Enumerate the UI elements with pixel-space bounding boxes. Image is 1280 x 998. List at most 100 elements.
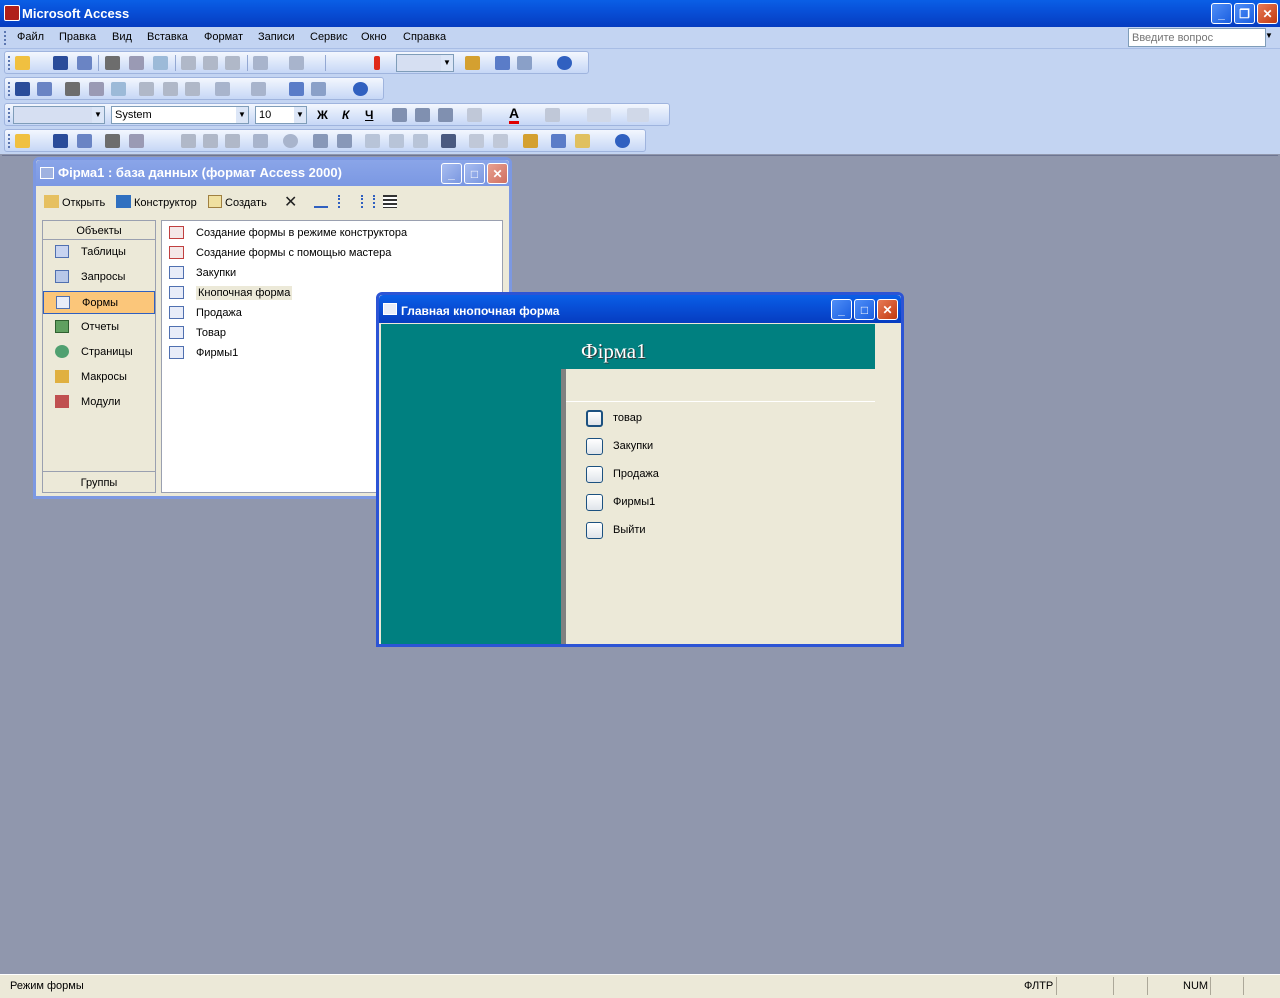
italic-button[interactable]: К bbox=[342, 108, 349, 122]
redo-icon[interactable] bbox=[289, 56, 304, 70]
undo-icon[interactable] bbox=[215, 82, 230, 96]
menu-window[interactable]: Окно bbox=[361, 31, 387, 43]
delete-icon[interactable]: ✕ bbox=[284, 192, 297, 212]
app-close-button[interactable]: ✕ bbox=[1257, 3, 1278, 24]
apply-filter-icon[interactable] bbox=[413, 134, 428, 148]
special-effect-icon[interactable] bbox=[627, 108, 649, 122]
switchboard-item-button[interactable] bbox=[586, 494, 603, 511]
filter-by-form-icon[interactable] bbox=[389, 134, 404, 148]
cut-icon[interactable] bbox=[181, 134, 196, 148]
help-icon[interactable] bbox=[615, 134, 630, 148]
paste-icon[interactable] bbox=[225, 56, 240, 70]
form-minimize-button[interactable]: _ bbox=[831, 299, 852, 320]
menu-tools[interactable]: Сервис bbox=[310, 31, 348, 43]
print-preview-icon[interactable] bbox=[129, 134, 144, 148]
list-item[interactable]: Продажа bbox=[168, 304, 242, 322]
db-maximize-button[interactable]: □ bbox=[464, 163, 485, 184]
file-search-icon[interactable] bbox=[77, 134, 92, 148]
menu-records[interactable]: Записи bbox=[258, 31, 295, 43]
fill-color-icon[interactable] bbox=[467, 108, 482, 122]
paste-icon[interactable] bbox=[185, 82, 200, 96]
database-window-icon[interactable] bbox=[289, 82, 304, 96]
large-icons-icon[interactable] bbox=[314, 195, 328, 208]
file-search-icon[interactable] bbox=[77, 56, 92, 70]
hyperlink-icon[interactable] bbox=[283, 134, 298, 148]
object-queries[interactable]: Запросы bbox=[43, 266, 155, 289]
copy-icon[interactable] bbox=[203, 134, 218, 148]
print-preview-icon[interactable] bbox=[129, 56, 144, 70]
align-left-icon[interactable] bbox=[392, 108, 407, 122]
menu-help[interactable]: Справка bbox=[403, 31, 446, 43]
object-combo[interactable]: ▼ bbox=[13, 106, 105, 124]
align-center-icon[interactable] bbox=[415, 108, 430, 122]
find-icon[interactable] bbox=[441, 134, 456, 148]
save-icon[interactable] bbox=[15, 82, 30, 96]
open-button[interactable]: Открыть bbox=[62, 197, 105, 209]
database-window-icon[interactable] bbox=[551, 134, 566, 148]
form-close-button[interactable]: ✕ bbox=[877, 299, 898, 320]
print-icon[interactable] bbox=[65, 82, 80, 96]
menu-insert[interactable]: Вставка bbox=[147, 31, 188, 43]
font-color-icon[interactable]: A bbox=[509, 106, 520, 124]
design-button[interactable]: Конструктор bbox=[134, 197, 197, 209]
spelling-icon[interactable] bbox=[111, 82, 126, 96]
spelling-icon[interactable] bbox=[153, 56, 168, 70]
details-view-icon[interactable] bbox=[383, 195, 397, 208]
cut-icon[interactable] bbox=[181, 56, 196, 70]
list-item[interactable]: Фирмы1 bbox=[168, 344, 238, 362]
create-button[interactable]: Создать bbox=[225, 197, 267, 209]
print-preview-icon[interactable] bbox=[89, 82, 104, 96]
new-object-icon[interactable] bbox=[517, 56, 532, 70]
object-modules[interactable]: Модули bbox=[43, 391, 155, 414]
cut-icon[interactable] bbox=[139, 82, 154, 96]
new-record-icon[interactable] bbox=[469, 134, 484, 148]
save-icon[interactable] bbox=[53, 134, 68, 148]
object-macros[interactable]: Макросы bbox=[43, 366, 155, 389]
print-icon[interactable] bbox=[105, 134, 120, 148]
help-icon[interactable] bbox=[557, 56, 572, 70]
print-icon[interactable] bbox=[105, 56, 120, 70]
new-object-icon[interactable] bbox=[311, 82, 326, 96]
app-minimize-button[interactable]: _ bbox=[1211, 3, 1232, 24]
list-item-selected[interactable]: Кнопочная форма bbox=[168, 284, 293, 302]
view-design-icon[interactable] bbox=[15, 56, 30, 70]
redo-icon[interactable] bbox=[251, 82, 266, 96]
list-item[interactable]: Создание формы в режиме конструктора bbox=[168, 224, 407, 242]
file-search-icon[interactable] bbox=[37, 82, 52, 96]
menu-edit[interactable]: Правка bbox=[59, 31, 96, 43]
menu-file[interactable]: Файл bbox=[17, 31, 44, 43]
properties-icon[interactable] bbox=[523, 134, 538, 148]
database-window-icon[interactable] bbox=[495, 56, 510, 70]
help-dropdown-arrow-icon[interactable]: ▼ bbox=[1265, 31, 1273, 40]
switchboard-item-button[interactable] bbox=[586, 410, 603, 427]
switchboard-item-button[interactable] bbox=[586, 522, 603, 539]
copy-icon[interactable] bbox=[203, 56, 218, 70]
small-icons-icon[interactable] bbox=[338, 195, 352, 208]
switchboard-item-button[interactable] bbox=[586, 438, 603, 455]
help-question-input[interactable] bbox=[1128, 28, 1266, 47]
object-reports[interactable]: Отчеты bbox=[43, 316, 155, 339]
zoom-combo[interactable]: ▼ bbox=[396, 54, 454, 72]
help-icon[interactable] bbox=[353, 82, 368, 96]
object-forms[interactable]: Формы bbox=[43, 291, 155, 314]
exclamation-icon[interactable] bbox=[374, 56, 380, 70]
object-tables[interactable]: Таблицы bbox=[43, 241, 155, 264]
paste-icon[interactable] bbox=[225, 134, 240, 148]
font-size-combo[interactable]: 10 ▼ bbox=[255, 106, 307, 124]
db-minimize-button[interactable]: _ bbox=[441, 163, 462, 184]
properties-icon[interactable] bbox=[465, 56, 480, 70]
menu-format[interactable]: Формат bbox=[204, 31, 243, 43]
view-design-icon[interactable] bbox=[15, 134, 30, 148]
undo-icon[interactable] bbox=[253, 134, 268, 148]
line-color-icon[interactable] bbox=[545, 108, 560, 122]
align-right-icon[interactable] bbox=[438, 108, 453, 122]
undo-icon[interactable] bbox=[253, 56, 268, 70]
underline-button[interactable]: Ч bbox=[365, 108, 373, 122]
sort-descending-icon[interactable] bbox=[337, 134, 352, 148]
form-maximize-button[interactable]: □ bbox=[854, 299, 875, 320]
list-view-icon[interactable] bbox=[361, 195, 375, 208]
filter-by-selection-icon[interactable] bbox=[365, 134, 380, 148]
bold-button[interactable]: Ж bbox=[317, 108, 328, 122]
list-item[interactable]: Товар bbox=[168, 324, 226, 342]
groups-bar[interactable]: Группы bbox=[43, 471, 155, 492]
